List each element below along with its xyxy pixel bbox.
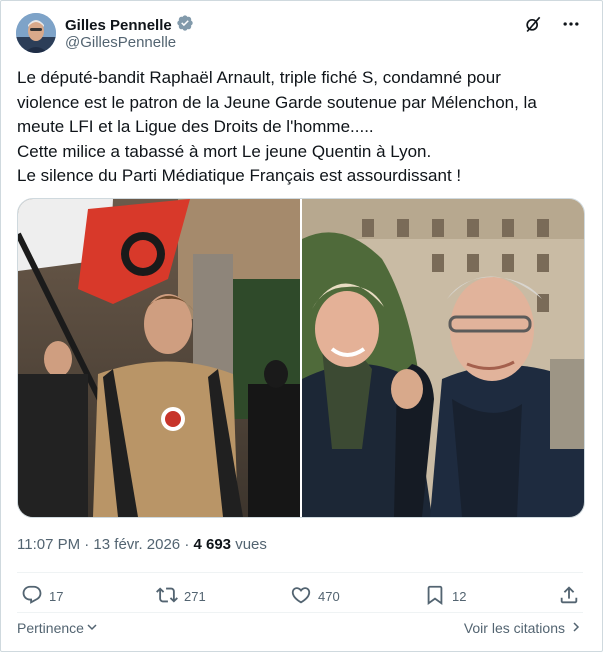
view-quotes-label: Voir les citations xyxy=(463,620,565,636)
share-icon xyxy=(558,584,580,609)
photo-right[interactable] xyxy=(302,199,584,517)
repost-count: 271 xyxy=(184,589,206,604)
action-bar: 17 271 470 12 xyxy=(17,584,583,610)
reply-icon xyxy=(21,584,43,609)
tweet-line: violence est le patron de la Jeune Garde… xyxy=(17,92,537,112)
tweet-text: Le député-bandit Raphaël Arnault, triple… xyxy=(17,66,587,189)
top-actions xyxy=(523,14,581,39)
repost-icon xyxy=(156,584,178,609)
like-icon xyxy=(290,584,312,609)
verified-badge-icon xyxy=(176,14,194,37)
tweet-meta: 11:07 PM · 13 févr. 2026 · 4 693 vues xyxy=(17,536,267,553)
bookmark-button[interactable]: 12 xyxy=(424,584,466,609)
tweet-line: meute LFI et la Ligue des Droits de l'ho… xyxy=(17,117,374,136)
view-quotes-link[interactable]: Voir les citations xyxy=(464,620,581,636)
bookmark-icon xyxy=(424,584,446,609)
chevron-right-icon xyxy=(571,620,581,636)
divider xyxy=(17,572,583,573)
author-handle[interactable]: @GillesPennelle xyxy=(65,34,176,51)
like-count: 470 xyxy=(318,589,340,604)
like-button[interactable]: 470 xyxy=(290,584,340,609)
author-name[interactable]: Gilles Pennelle xyxy=(65,17,172,34)
relevance-dropdown[interactable]: Pertinence xyxy=(17,620,98,636)
media-grid xyxy=(17,198,585,518)
tweet-line: Le député-bandit Raphaël Arnault, triple… xyxy=(17,68,501,87)
relevance-label: Pertinence xyxy=(17,620,84,636)
more-icon[interactable] xyxy=(561,14,581,39)
divider xyxy=(17,612,583,613)
repost-button[interactable]: 271 xyxy=(156,584,206,609)
tweet-line: Le silence du Parti Médiatique Français … xyxy=(17,166,462,185)
reply-button[interactable]: 17 xyxy=(21,584,63,609)
bookmark-count: 12 xyxy=(452,589,467,604)
avatar[interactable] xyxy=(16,13,56,53)
tweet-line: Cette milice a tabassé à mort Le jeune Q… xyxy=(17,141,432,161)
timestamp[interactable]: 11:07 PM · 13 févr. 2026 · xyxy=(17,536,193,553)
reply-count: 17 xyxy=(49,589,64,604)
views-label: vues xyxy=(231,536,267,553)
photo-left[interactable] xyxy=(18,199,300,517)
views-count: 4 693 xyxy=(193,536,232,553)
share-button[interactable] xyxy=(558,584,580,609)
chevron-down-icon xyxy=(86,620,98,636)
grok-icon[interactable] xyxy=(523,14,543,39)
